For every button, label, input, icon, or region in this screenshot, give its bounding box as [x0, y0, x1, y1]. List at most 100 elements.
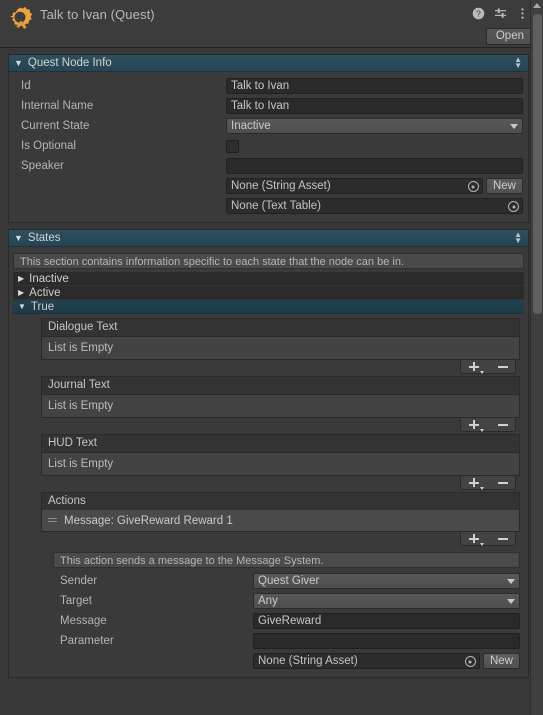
- add-item-button[interactable]: [468, 477, 484, 490]
- drag-handle-icon[interactable]: [48, 517, 57, 524]
- sender-value: Quest Giver: [258, 575, 320, 587]
- field-control: None (String Asset) New: [253, 653, 520, 669]
- current-state-dropdown[interactable]: Inactive: [226, 118, 523, 134]
- state-row-active[interactable]: ▶ Active: [13, 286, 524, 300]
- field-control: Inactive: [226, 118, 523, 134]
- list-header: Dialogue Text: [41, 318, 520, 336]
- true-state-content: Dialogue Text List is Empty Journal Text…: [13, 314, 524, 673]
- field-row-message: Message GiveReward: [53, 611, 520, 631]
- field-control: Talk to Ivan: [226, 98, 523, 114]
- remove-item-button[interactable]: [497, 537, 508, 540]
- object-picker-icon[interactable]: [464, 656, 476, 667]
- list-add-remove-group: [460, 476, 516, 490]
- speaker-input[interactable]: [226, 158, 523, 174]
- sender-dropdown[interactable]: Quest Giver: [253, 573, 520, 589]
- scroll-up-arrow-icon[interactable]: [533, 3, 541, 8]
- current-state-value: Inactive: [231, 120, 271, 132]
- list-footer: [41, 418, 520, 432]
- list-footer: [41, 360, 520, 374]
- action-item-label: Message: GiveReward Reward 1: [64, 514, 233, 527]
- new-parameter-string-asset-button[interactable]: New: [482, 653, 520, 669]
- chevron-down-icon: ▼: [14, 232, 23, 243]
- target-dropdown[interactable]: Any: [253, 593, 520, 609]
- field-label: Speaker: [21, 160, 64, 172]
- object-picker-icon[interactable]: [467, 181, 479, 192]
- field-label: Is Optional: [21, 140, 76, 152]
- quest-node-info-label: Quest Node Info: [27, 57, 112, 69]
- add-item-button[interactable]: [468, 533, 484, 546]
- preset-sliders-icon[interactable]: [494, 7, 507, 20]
- state-label: Inactive: [29, 272, 69, 285]
- field-control: [226, 158, 523, 174]
- quest-node-info-panel: ▼ Quest Node Info ▲ ▼ Id Talk to Ivan Int…: [8, 54, 529, 223]
- speaker-string-asset-row: None (String Asset) New: [14, 176, 523, 196]
- action-detail-panel: This action sends a message to the Messa…: [41, 548, 520, 671]
- list-empty-label: List is Empty: [41, 394, 520, 418]
- field-label: Current State: [21, 120, 90, 132]
- list-add-remove-group: [460, 532, 516, 546]
- field-label: Internal Name: [21, 100, 94, 112]
- new-string-asset-button[interactable]: New: [485, 178, 523, 194]
- vertical-scrollbar[interactable]: [530, 0, 543, 715]
- add-item-button[interactable]: [468, 361, 484, 374]
- reorder-updown-icon[interactable]: ▲ ▼: [514, 231, 522, 245]
- states-panel: ▼ States ▲ ▼ This section contains inform…: [8, 229, 529, 678]
- chevron-down-icon: [510, 124, 518, 129]
- inspector-window: Talk to Ivan (Quest) ? Open ▼ Quest Node…: [0, 0, 543, 715]
- page-title: Talk to Ivan (Quest): [40, 7, 155, 22]
- kebab-menu-icon[interactable]: [516, 7, 529, 20]
- states-body: This section contains information specif…: [9, 247, 528, 677]
- is-optional-checkbox[interactable]: [226, 139, 239, 153]
- parameter-input[interactable]: [253, 633, 520, 649]
- scrollbar-thumb[interactable]: [533, 14, 542, 314]
- chevron-right-icon: ▶: [18, 273, 25, 283]
- speaker-string-asset-objectfield[interactable]: None (String Asset): [226, 178, 483, 194]
- message-input[interactable]: GiveReward: [253, 613, 520, 629]
- list-add-remove-group: [460, 418, 516, 432]
- list-footer: [41, 476, 520, 490]
- header-icon-group: ?: [472, 7, 529, 20]
- field-label: Parameter: [60, 635, 114, 647]
- list-footer: [41, 532, 520, 546]
- state-label: Active: [29, 286, 61, 299]
- quest-node-info-foldout[interactable]: ▼ Quest Node Info ▲ ▼: [9, 55, 528, 72]
- reorder-updown-icon[interactable]: ▲ ▼: [514, 56, 522, 70]
- state-row-inactive[interactable]: ▶ Inactive: [13, 272, 524, 286]
- help-icon[interactable]: ?: [472, 7, 485, 20]
- list-header: HUD Text: [41, 434, 520, 452]
- speaker-text-table-objectfield[interactable]: None (Text Table): [226, 198, 523, 214]
- parameter-string-asset-row: None (String Asset) New: [53, 651, 520, 671]
- list-item[interactable]: Message: GiveReward Reward 1: [41, 510, 520, 532]
- remove-item-button[interactable]: [497, 481, 508, 484]
- list-empty-label: List is Empty: [41, 452, 520, 476]
- id-input[interactable]: Talk to Ivan: [226, 78, 523, 94]
- add-item-button[interactable]: [468, 419, 484, 432]
- quest-node-info-body: Id Talk to Ivan Internal Name Talk to Iv…: [9, 72, 528, 222]
- parameter-string-asset-objectfield[interactable]: None (String Asset): [253, 653, 480, 669]
- object-picker-icon[interactable]: [508, 201, 519, 212]
- field-control: GiveReward: [253, 613, 520, 629]
- list-header: Journal Text: [41, 376, 520, 394]
- field-label: Message: [60, 615, 107, 627]
- field-control: Quest Giver: [253, 573, 520, 589]
- field-label: Target: [60, 595, 92, 607]
- chevron-down-icon: [507, 599, 515, 604]
- journal-text-list: Journal Text List is Empty: [41, 376, 520, 432]
- internal-name-input[interactable]: Talk to Ivan: [226, 98, 523, 114]
- remove-item-button[interactable]: [497, 365, 508, 368]
- quest-machine-gear-icon: [10, 6, 33, 30]
- open-button[interactable]: Open: [485, 28, 534, 45]
- chevron-down-icon: [507, 579, 515, 584]
- hud-text-list: HUD Text List is Empty: [41, 434, 520, 490]
- field-row-speaker: Speaker: [14, 156, 523, 176]
- state-row-true[interactable]: ▼ True: [13, 300, 524, 314]
- field-control: None (String Asset) New: [226, 178, 523, 194]
- remove-item-button[interactable]: [497, 423, 508, 426]
- states-foldout[interactable]: ▼ States ▲ ▼: [9, 230, 528, 247]
- actions-list: Actions Message: GiveReward Reward 1: [41, 492, 520, 546]
- field-row-is-optional: Is Optional: [14, 136, 523, 156]
- states-help-text: This section contains information specif…: [13, 253, 524, 269]
- field-control: [226, 138, 523, 154]
- field-control: [253, 633, 520, 649]
- dialogue-text-list: Dialogue Text List is Empty: [41, 318, 520, 374]
